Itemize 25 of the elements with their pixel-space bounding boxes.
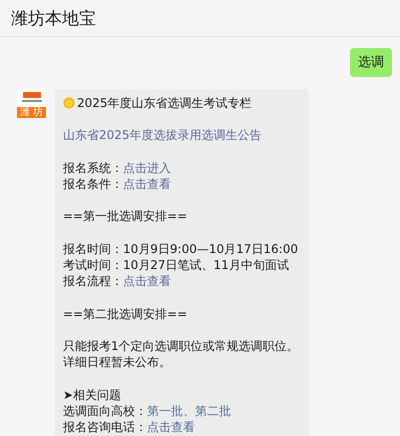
message-link[interactable]: 点击查看 <box>147 420 195 434</box>
avatar-caption: 潍 坊 <box>17 107 46 118</box>
message-line: ➤相关问题 <box>63 386 122 403</box>
message-line: 报名条件：点击查看 <box>63 176 172 192</box>
logo-icon <box>20 91 42 103</box>
message-line: 报名时间：10月9日9:00—10月17日16:00 <box>63 240 299 257</box>
message-line: 详细日程暂未公布。 <box>63 354 172 370</box>
message-line: 只能报考1个定向选调职位或常规选调职位。 <box>63 338 300 354</box>
message-line: 选调面向高校：第一批、第二批 <box>63 402 232 419</box>
message-link[interactable]: 点击查看 <box>123 274 171 288</box>
message-line: 报名咨询电话：点击查看 <box>63 418 196 436</box>
message-line: 考试时间：10月27日笔试、11月中旬面试 <box>63 256 290 274</box>
sent-message: 选调 <box>350 48 392 77</box>
message-line: 报名流程：点击查看 <box>63 273 172 290</box>
message-heading: 2025年度山东省选调生考试专栏 <box>77 95 252 112</box>
message-line: ==第一批选调安排== <box>63 208 188 225</box>
sun-icon <box>63 97 75 110</box>
avatar[interactable]: 潍 坊 <box>17 89 46 118</box>
message-line: 报名系统：点击进入 <box>63 160 172 176</box>
message-link[interactable]: 点击进入 <box>123 160 171 175</box>
message-link[interactable]: 第一批、第二批 <box>147 404 231 418</box>
chat-title: 潍坊本地宝 <box>11 8 96 30</box>
message-link[interactable]: 山东省2025年度选拔录用选调生公告 <box>63 128 262 142</box>
message-link[interactable]: 点击查看 <box>123 176 171 191</box>
message-line: ==第二批选调安排== <box>63 306 188 322</box>
